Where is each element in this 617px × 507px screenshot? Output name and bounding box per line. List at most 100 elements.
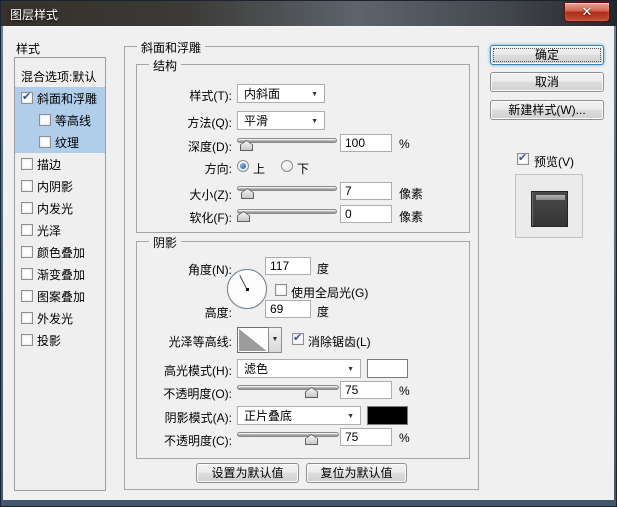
altitude-unit: 度 xyxy=(317,305,330,319)
gloss-contour-label: 光泽等高线: xyxy=(168,335,232,349)
inner-shadow-checkbox[interactable] xyxy=(21,180,33,192)
angle-input[interactable] xyxy=(265,257,311,275)
highlight-color-swatch[interactable] xyxy=(367,359,408,378)
soften-label: 软化(F): xyxy=(189,211,232,225)
depth-label: 深度(D): xyxy=(188,140,232,154)
style-item-outer-glow[interactable]: 外发光 xyxy=(15,307,105,329)
angle-label: 角度(N): xyxy=(188,263,232,277)
reset-default-button[interactable]: 复位为默认值 xyxy=(306,463,407,483)
ok-button[interactable]: 确定 xyxy=(490,45,604,65)
depth-slider-thumb[interactable] xyxy=(240,140,253,151)
shadow-opacity-input[interactable] xyxy=(340,428,392,446)
cancel-button[interactable]: 取消 xyxy=(490,72,604,92)
size-label: 大小(Z): xyxy=(189,188,232,202)
global-light-label: 使用全局光(G) xyxy=(291,286,369,300)
angle-dial[interactable] xyxy=(227,269,267,309)
depth-unit: % xyxy=(399,137,410,151)
layer-style-dialog: 图层样式 ✕ 样式 混合选项:默认 斜面和浮雕 等高线 纹理 描边 内阴影 内发… xyxy=(0,0,617,507)
altitude-label: 高度: xyxy=(204,306,232,320)
size-input[interactable] xyxy=(340,182,392,200)
chevron-down-icon: ▼ xyxy=(347,413,354,420)
angle-unit: 度 xyxy=(317,262,330,276)
style-item-stroke[interactable]: 描边 xyxy=(15,153,105,175)
pattern-overlay-checkbox[interactable] xyxy=(21,290,33,302)
style-item-contour[interactable]: 等高线 xyxy=(15,109,105,131)
styles-list-header: 样式 xyxy=(16,42,41,56)
altitude-input[interactable] xyxy=(265,300,311,318)
preview-bevel-square xyxy=(531,191,568,227)
highlight-opacity-thumb[interactable] xyxy=(305,387,318,398)
styles-list: 混合选项:默认 斜面和浮雕 等高线 纹理 描边 内阴影 内发光 光泽 颜色叠加 … xyxy=(14,57,106,491)
style-item-color-overlay[interactable]: 颜色叠加 xyxy=(15,241,105,263)
direction-up-radio[interactable] xyxy=(237,160,249,172)
window-title: 图层样式 xyxy=(10,8,59,22)
highlight-opacity-slider[interactable] xyxy=(237,382,339,397)
style-item-blending-options[interactable]: 混合选项:默认 xyxy=(15,65,105,87)
antialias-checkbox[interactable] xyxy=(292,331,304,345)
chevron-down-icon: ▼ xyxy=(311,91,318,98)
satin-checkbox[interactable] xyxy=(21,224,33,236)
soften-slider-thumb[interactable] xyxy=(237,211,250,222)
outer-glow-checkbox[interactable] xyxy=(21,312,33,324)
shading-title: 阴影 xyxy=(149,234,182,251)
size-slider-thumb[interactable] xyxy=(241,188,254,199)
gloss-contour-swatch[interactable] xyxy=(237,327,269,353)
style-item-texture[interactable]: 纹理 xyxy=(15,131,105,153)
shadow-opacity-slider[interactable] xyxy=(237,429,339,444)
shadow-opacity-thumb[interactable] xyxy=(305,434,318,445)
preview-label: 预览(V) xyxy=(534,155,574,169)
texture-checkbox[interactable] xyxy=(39,136,51,148)
highlight-opacity-input[interactable] xyxy=(340,381,392,399)
style-item-pattern-overlay[interactable]: 图案叠加 xyxy=(15,285,105,307)
soften-input[interactable] xyxy=(340,205,392,223)
style-item-drop-shadow[interactable]: 投影 xyxy=(15,329,105,351)
titlebar[interactable]: 图层样式 ✕ xyxy=(1,1,616,26)
style-item-inner-shadow[interactable]: 内阴影 xyxy=(15,175,105,197)
color-overlay-checkbox[interactable] xyxy=(21,246,33,258)
contour-checkbox[interactable] xyxy=(39,114,51,126)
direction-label: 方向: xyxy=(204,162,232,176)
drop-shadow-checkbox[interactable] xyxy=(21,334,33,346)
direction-down-label: 下 xyxy=(297,162,310,176)
style-item-satin[interactable]: 光泽 xyxy=(15,219,105,241)
new-style-button[interactable]: 新建样式(W)... xyxy=(490,100,604,120)
chevron-down-icon: ▼ xyxy=(311,118,318,125)
size-unit: 像素 xyxy=(399,187,424,201)
soften-unit: 像素 xyxy=(399,210,424,224)
set-default-button[interactable]: 设置为默认值 xyxy=(196,463,299,483)
style-item-bevel-emboss[interactable]: 斜面和浮雕 xyxy=(15,87,105,109)
highlight-opacity-unit: % xyxy=(399,384,410,398)
gradient-overlay-checkbox[interactable] xyxy=(21,268,33,280)
gloss-contour-arrow-button[interactable]: ▼ xyxy=(268,327,282,353)
method-label: 方法(Q): xyxy=(187,116,232,130)
dialog-body: 样式 混合选项:默认 斜面和浮雕 等高线 纹理 描边 内阴影 内发光 光泽 颜色… xyxy=(3,26,614,500)
global-light-checkbox[interactable] xyxy=(275,284,287,296)
direction-down-radio[interactable] xyxy=(281,160,293,172)
preview-checkbox[interactable] xyxy=(517,151,529,165)
style-item-inner-glow[interactable]: 内发光 xyxy=(15,197,105,219)
style-dropdown[interactable]: 内斜面 ▼ xyxy=(237,84,325,103)
style-item-gradient-overlay[interactable]: 渐变叠加 xyxy=(15,263,105,285)
soften-slider[interactable] xyxy=(237,206,337,221)
shadow-opacity-label: 不透明度(C): xyxy=(164,434,232,448)
stroke-checkbox[interactable] xyxy=(21,158,33,170)
method-dropdown[interactable]: 平滑 ▼ xyxy=(237,111,325,130)
depth-slider[interactable] xyxy=(237,135,337,150)
shadow-color-swatch[interactable] xyxy=(367,406,408,425)
panel-title: 斜面和浮雕 xyxy=(137,39,206,56)
depth-input[interactable] xyxy=(340,134,392,152)
bevel-emboss-checkbox[interactable] xyxy=(21,90,33,104)
highlight-mode-dropdown[interactable]: 滤色 ▼ xyxy=(237,359,361,378)
shadow-mode-dropdown[interactable]: 正片叠底 ▼ xyxy=(237,406,361,425)
shadow-mode-label: 阴影模式(A): xyxy=(164,411,232,425)
close-button[interactable]: ✕ xyxy=(564,2,610,22)
highlight-mode-label: 高光模式(H): xyxy=(164,364,232,378)
size-slider[interactable] xyxy=(237,183,337,198)
chevron-down-icon: ▼ xyxy=(347,366,354,373)
structure-title: 结构 xyxy=(149,57,182,74)
highlight-opacity-label: 不透明度(O): xyxy=(163,387,232,401)
inner-glow-checkbox[interactable] xyxy=(21,202,33,214)
direction-up-label: 上 xyxy=(253,162,266,176)
preview-thumbnail xyxy=(515,174,583,238)
chevron-down-icon: ▼ xyxy=(271,336,279,343)
